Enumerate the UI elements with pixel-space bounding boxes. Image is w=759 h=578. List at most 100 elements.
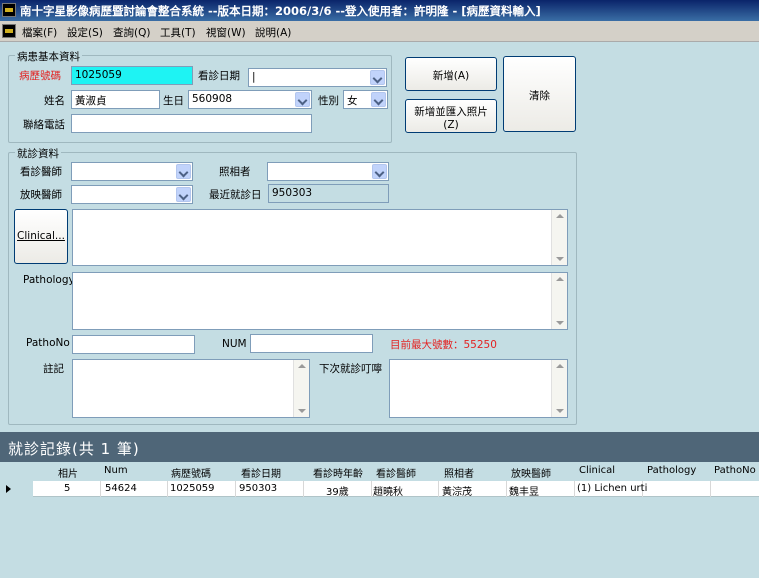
cell-age[interactable]: 39歲	[326, 483, 349, 498]
visit-date-value: |	[252, 71, 256, 83]
pathology-textarea[interactable]	[72, 272, 568, 330]
col-divider	[100, 481, 101, 497]
gender-combo[interactable]: 女	[343, 90, 388, 109]
menu-help[interactable]: 說明(A)	[255, 25, 291, 40]
col-divider	[506, 481, 507, 497]
chevron-down-icon[interactable]	[370, 70, 385, 85]
scroll-down-icon[interactable]	[556, 321, 564, 325]
menu-window[interactable]: 視窗(W)	[206, 25, 246, 40]
col-divider	[167, 481, 168, 497]
birth-combo[interactable]: 560908	[188, 90, 312, 109]
birth-value: 560908	[192, 93, 233, 105]
cell-visit-date[interactable]: 950303	[239, 483, 277, 494]
num-label: NUM	[222, 338, 247, 350]
visit-date-combo[interactable]: |	[248, 68, 387, 87]
chevron-down-icon[interactable]	[176, 164, 191, 179]
cell-num[interactable]: 54624	[105, 483, 137, 494]
col-clinical[interactable]: Clinical	[579, 465, 615, 476]
cell-radiologist[interactable]: 魏丰昱	[509, 483, 539, 498]
table-row[interactable]: 5 54624 1025059 950303 39歲 趙曉秋 黃淙茂 魏丰昱 (…	[0, 481, 759, 498]
birth-label: 生日	[163, 95, 184, 107]
window-title: 南十字星影像病歷暨討論會整合系統 --版本日期：2006/3/6 --登入使用者…	[20, 4, 541, 18]
note-textarea[interactable]	[72, 359, 310, 418]
last-visit-field: 950303	[268, 184, 389, 203]
menu-bar: 檔案(F) 設定(S) 查詢(Q) 工具(T) 視窗(W) 說明(A)	[0, 21, 759, 42]
clinical-button[interactable]: Clinical...	[14, 209, 68, 264]
col-visit-date[interactable]: 看診日期	[241, 465, 281, 480]
col-pathology[interactable]: Pathology	[647, 465, 696, 476]
radiologist-label: 放映醫師	[20, 189, 62, 201]
add-import-photo-button[interactable]: 新增並匯入照片 (Z)	[405, 99, 497, 133]
chevron-down-icon[interactable]	[372, 164, 387, 179]
scrollbar[interactable]	[551, 210, 567, 265]
name-label: 姓名	[44, 95, 65, 107]
clear-button[interactable]: 清除	[503, 56, 576, 132]
scrollbar[interactable]	[551, 360, 567, 417]
col-age[interactable]: 看診時年齡	[313, 465, 363, 480]
pathono-field[interactable]	[72, 335, 195, 354]
col-photo[interactable]: 相片	[58, 465, 78, 480]
scroll-up-icon[interactable]	[298, 364, 306, 368]
chart-no-field[interactable]: 1025059	[71, 66, 193, 85]
clinical-textarea[interactable]	[72, 209, 568, 266]
menu-tools[interactable]: 工具(T)	[160, 25, 196, 40]
form-area: 病患基本資料 病歷號碼 1025059 看診日期 | 姓名 黃淑貞 生日 560…	[0, 42, 759, 432]
scrollbar[interactable]	[551, 273, 567, 329]
scroll-down-icon[interactable]	[556, 409, 564, 413]
cell-doctor[interactable]: 趙曉秋	[373, 483, 403, 498]
next-visit-textarea[interactable]	[389, 359, 568, 418]
records-grid[interactable]: 相片 Num 病歷號碼 看診日期 看診時年齡 看診醫師 照相者 放映醫師 Cli…	[0, 462, 759, 578]
photographer-combo[interactable]	[267, 162, 389, 181]
col-doctor[interactable]: 看診醫師	[376, 465, 416, 480]
records-title-bar: 就診記錄(共 1 筆)	[0, 432, 759, 462]
col-divider	[303, 481, 304, 497]
gender-value: 女	[347, 95, 358, 107]
scroll-down-icon[interactable]	[298, 409, 306, 413]
records-title: 就診記錄(共 1 筆)	[8, 440, 140, 458]
cell-photo[interactable]: 5	[64, 483, 70, 494]
scrollbar[interactable]	[293, 360, 309, 417]
row-selector-icon[interactable]	[0, 481, 33, 497]
scroll-up-icon[interactable]	[556, 364, 564, 368]
clear-button-label: 清除	[529, 90, 550, 102]
title-bar: 南十字星影像病歷暨討論會整合系統 --版本日期：2006/3/6 --登入使用者…	[0, 0, 759, 21]
cell-clinical[interactable]: (1) Lichen urti	[577, 483, 647, 494]
chevron-down-icon[interactable]	[176, 187, 191, 202]
scroll-up-icon[interactable]	[556, 214, 564, 218]
col-radiologist[interactable]: 放映醫師	[511, 465, 551, 480]
scroll-up-icon[interactable]	[556, 277, 564, 281]
chevron-down-icon[interactable]	[295, 92, 310, 107]
col-divider	[710, 481, 711, 497]
num-field[interactable]	[250, 334, 373, 353]
menu-file[interactable]: 檔案(F)	[22, 25, 57, 40]
name-field[interactable]: 黃淑貞	[71, 90, 160, 109]
radiologist-combo[interactable]	[71, 185, 193, 204]
max-number-text: 目前最大號數：55250	[390, 339, 497, 351]
clinical-button-label: Clinical...	[17, 230, 65, 242]
col-pathono[interactable]: PathoNo	[714, 465, 756, 476]
mdi-child-icon[interactable]	[2, 24, 16, 38]
col-chart-no[interactable]: 病歷號碼	[171, 465, 211, 480]
phone-field[interactable]	[71, 114, 312, 133]
chart-no-label: 病歷號碼	[19, 70, 61, 82]
doctor-label: 看診醫師	[20, 166, 62, 178]
doctor-combo[interactable]	[71, 162, 193, 181]
table-row-body[interactable]: 5 54624 1025059 950303 39歲 趙曉秋 黃淙茂 魏丰昱 (…	[33, 481, 759, 498]
menu-settings[interactable]: 設定(S)	[67, 25, 103, 40]
pathono-label: PathoNo	[26, 337, 70, 349]
gender-label: 性別	[318, 95, 339, 107]
col-photographer[interactable]: 照相者	[444, 465, 474, 480]
col-num[interactable]: Num	[104, 465, 128, 476]
visit-section-title: 就診資料	[15, 146, 61, 161]
cell-photographer[interactable]: 黃淙茂	[442, 483, 472, 498]
col-divider	[574, 481, 575, 497]
scroll-down-icon[interactable]	[556, 257, 564, 261]
note-label: 註記	[43, 363, 64, 375]
visit-date-label: 看診日期	[198, 70, 240, 82]
next-visit-label: 下次就診叮嚀	[319, 363, 382, 375]
add-button[interactable]: 新增(A)	[405, 57, 497, 91]
add-import-label-line1: 新增並匯入照片	[414, 106, 488, 118]
chevron-down-icon[interactable]	[371, 92, 386, 107]
menu-query[interactable]: 查詢(Q)	[113, 25, 150, 40]
cell-chart-no[interactable]: 1025059	[170, 483, 215, 494]
